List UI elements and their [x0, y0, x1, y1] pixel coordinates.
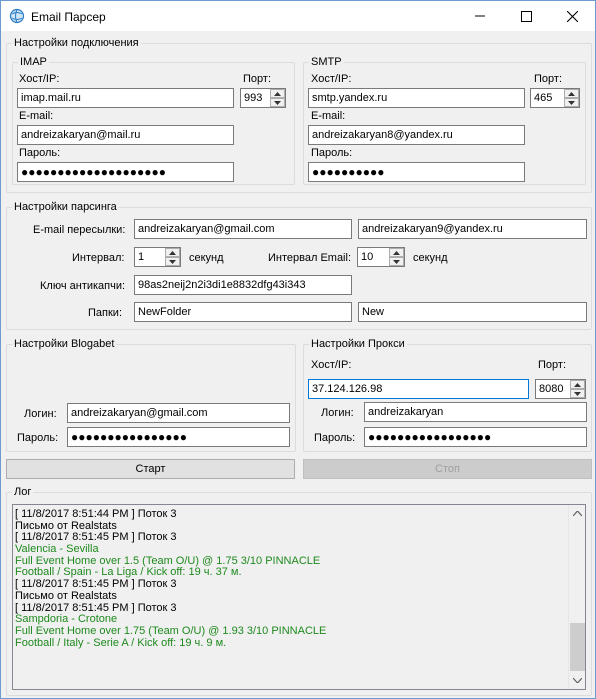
smtp-password-input[interactable]: ●●●●●●●●●● — [308, 162, 525, 182]
window-title: Email Парсер — [31, 10, 106, 24]
parsing-settings-title: Настройки парсинга — [12, 201, 119, 213]
imap-password-label: Пароль: — [19, 147, 61, 159]
chevron-down-icon — [169, 259, 176, 264]
proxy-host-label: Хост/IP: — [311, 359, 352, 371]
smtp-host-input[interactable]: smtp.yandex.ru — [308, 88, 525, 108]
interval-label: Интервал: — [72, 252, 125, 264]
forward-email-input-2[interactable]: andreizakaryan9@yandex.ru — [358, 219, 587, 239]
app-icon — [9, 8, 25, 24]
blogabet-password-input[interactable]: ●●●●●●●●●●●●●●●● — [67, 427, 290, 447]
folder-input-1[interactable]: NewFolder — [134, 302, 352, 322]
imap-port-stepper[interactable]: 993 — [240, 88, 286, 108]
log-line: Valencia - Sevilla — [15, 543, 99, 556]
proxy-port-up-button[interactable] — [570, 380, 585, 389]
proxy-login-input[interactable]: andreizakaryan — [364, 402, 587, 422]
proxy-password-input[interactable]: ●●●●●●●●●●●●●●●●● — [364, 427, 587, 447]
log-line: Football / Italy - Serie A / Kick off: 1… — [15, 636, 227, 649]
chevron-up-icon — [574, 382, 581, 387]
log-title: Лог — [12, 486, 34, 498]
smtp-email-input[interactable]: andreizakaryan8@yandex.ru — [308, 125, 525, 145]
log-lines: [ 11/8/2017 8:51:44 PM ] Поток 3 Письмо о… — [15, 508, 567, 649]
email-interval-seconds-label: секунд — [413, 252, 448, 264]
chevron-up-icon — [568, 91, 575, 96]
captcha-key-input[interactable]: 98as2neij2n2i3di1e8832dfg43i343 — [134, 275, 352, 295]
title-bar[interactable]: Email Парсер — [1, 1, 595, 31]
imap-host-input[interactable]: imap.mail.ru — [17, 88, 234, 108]
start-button[interactable]: Старт — [6, 459, 295, 479]
folder-input-2[interactable]: New — [358, 302, 587, 322]
smtp-port-label: Порт: — [534, 73, 562, 85]
close-button[interactable] — [549, 1, 595, 31]
chevron-up-icon — [393, 250, 400, 255]
scroll-down-button[interactable] — [569, 672, 585, 689]
email-interval-label: Интервал Email: — [268, 252, 352, 264]
imap-title: IMAP — [18, 56, 49, 68]
interval-down-button[interactable] — [165, 257, 180, 266]
proxy-settings-title: Настройки Прокси — [309, 338, 407, 350]
log-scrollbar[interactable] — [568, 505, 585, 689]
chevron-up-icon — [169, 250, 176, 255]
close-icon — [566, 10, 578, 22]
stop-button[interactable]: Стоп — [303, 459, 592, 479]
minimize-button[interactable] — [457, 1, 503, 31]
log-output[interactable]: [ 11/8/2017 8:51:44 PM ] Поток 3 Письмо о… — [12, 504, 586, 690]
smtp-port-up-button[interactable] — [564, 89, 579, 98]
chevron-down-icon — [393, 259, 400, 264]
proxy-port-stepper[interactable]: 8080 — [535, 379, 586, 399]
proxy-port-down-button[interactable] — [570, 389, 585, 398]
smtp-host-label: Хост/IP: — [311, 73, 352, 85]
email-interval-up-button[interactable] — [389, 248, 404, 257]
imap-port-label: Порт: — [243, 73, 271, 85]
imap-email-label: E-mail: — [19, 110, 54, 122]
blogabet-login-label: Логин: — [24, 408, 57, 420]
proxy-password-label: Пароль: — [314, 432, 356, 444]
forward-email-label: E-mail пересылки: — [33, 224, 126, 236]
smtp-email-label: E-mail: — [311, 110, 346, 122]
interval-up-button[interactable] — [165, 248, 180, 257]
captcha-key-label: Ключ антикапчи: — [40, 280, 126, 292]
imap-email-input[interactable]: andreizakaryan@mail.ru — [17, 125, 234, 145]
scroll-up-button[interactable] — [569, 505, 585, 522]
blogabet-login-input[interactable]: andreizakaryan@gmail.com — [67, 403, 290, 423]
chevron-up-icon — [274, 91, 281, 96]
email-interval-stepper[interactable]: 10 — [357, 247, 405, 267]
app-window: Email Парсер Настройки подключения IMAP … — [0, 0, 596, 699]
smtp-title: SMTP — [309, 56, 344, 68]
interval-stepper[interactable]: 1 — [134, 247, 181, 267]
forward-email-input-1[interactable]: andreizakaryan@gmail.com — [134, 219, 352, 239]
log-line: Письмо от Realstats — [15, 589, 117, 602]
imap-port-up-button[interactable] — [270, 89, 285, 98]
smtp-port-down-button[interactable] — [564, 98, 579, 107]
smtp-password-label: Пароль: — [311, 147, 353, 159]
imap-port-down-button[interactable] — [270, 98, 285, 107]
chevron-down-icon — [274, 100, 281, 105]
folders-label: Папки: — [88, 307, 122, 319]
log-line: [ 11/8/2017 8:51:44 PM ] Поток 3 — [15, 508, 177, 520]
proxy-port-label: Порт: — [538, 359, 566, 371]
connection-settings-title: Настройки подключения — [12, 37, 141, 49]
imap-host-label: Хост/IP: — [19, 73, 60, 85]
chevron-down-icon — [568, 100, 575, 105]
imap-password-input[interactable]: ●●●●●●●●●●●●●●●●●●●● — [17, 162, 234, 182]
maximize-button[interactable] — [503, 1, 549, 31]
blogabet-settings-title: Настройки Blogabet — [12, 338, 117, 350]
chevron-up-icon — [573, 511, 582, 516]
proxy-login-label: Логин: — [321, 407, 354, 419]
smtp-port-stepper[interactable]: 465 — [530, 88, 580, 108]
email-interval-down-button[interactable] — [389, 257, 404, 266]
chevron-down-icon — [574, 391, 581, 396]
minimize-icon — [475, 15, 485, 17]
maximize-icon — [520, 10, 532, 22]
blogabet-password-label: Пароль: — [17, 432, 59, 444]
log-line: Full Event Home over 1.75 (Team O/U) @ 1… — [15, 624, 327, 637]
chevron-down-icon — [573, 678, 582, 683]
scroll-thumb[interactable] — [570, 623, 585, 671]
interval-seconds-label: секунд — [189, 252, 224, 264]
proxy-host-input[interactable]: 37.124.126.98 — [308, 379, 529, 399]
